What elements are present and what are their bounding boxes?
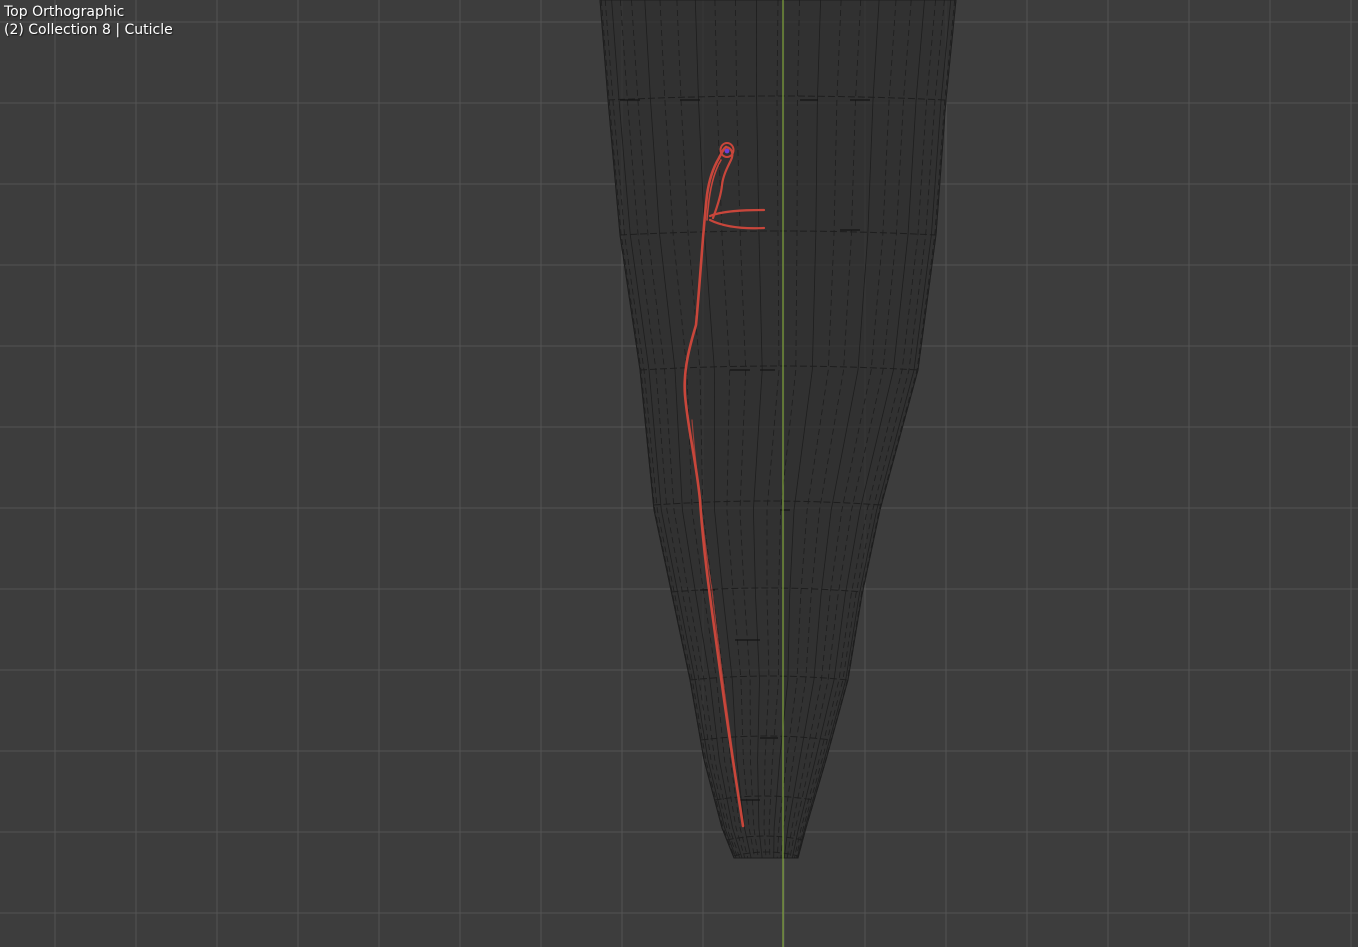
cuticle-mesh[interactable] (599, 0, 957, 859)
view-name-label: Top Orthographic (4, 4, 125, 20)
viewport-canvas[interactable] (0, 0, 1358, 947)
collection-info-label: (2) Collection 8 | Cuticle (4, 22, 173, 38)
3d-viewport[interactable]: Top Orthographic (2) Collection 8 | Cuti… (0, 0, 1358, 947)
origin-dot-icon (724, 148, 730, 154)
